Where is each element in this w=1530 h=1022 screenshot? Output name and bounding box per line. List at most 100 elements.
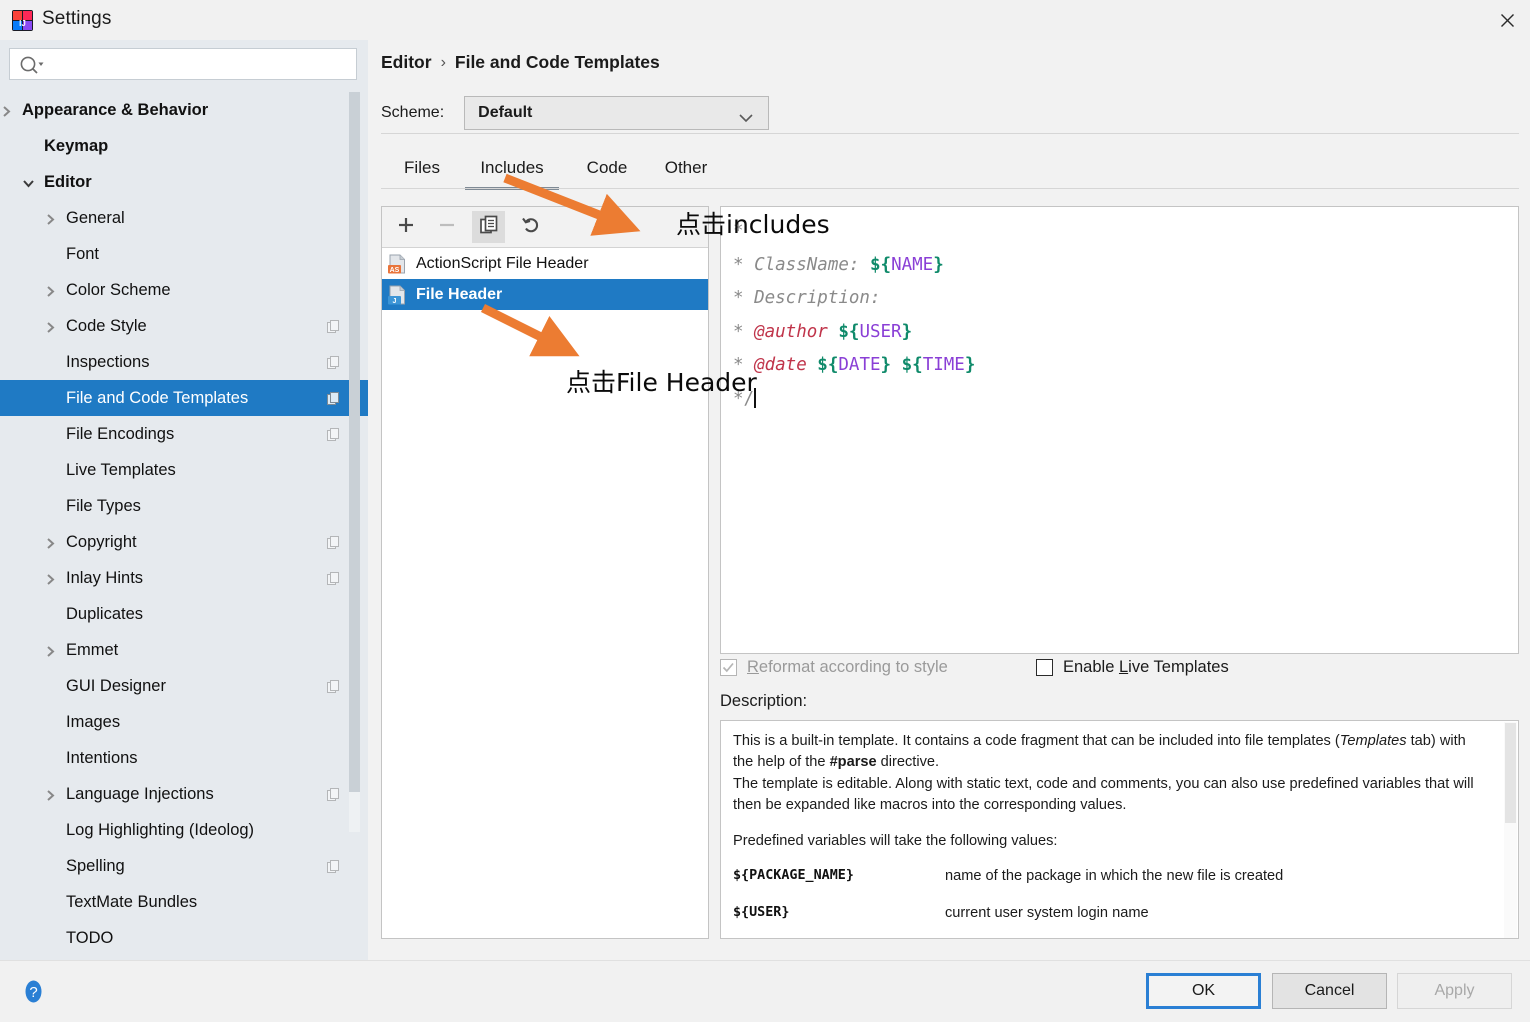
code-token: } [964, 355, 976, 375]
breadcrumb-current: File and Code Templates [454, 52, 660, 72]
sidebar-item-general[interactable]: General [0, 200, 368, 236]
sidebar-item-label: Code Style [66, 316, 147, 335]
sidebar-item-file-and-code-templates[interactable]: File and Code Templates [0, 380, 368, 416]
template-code-editor[interactable]: * * ClassName: ${NAME} * Description: * @au… [720, 206, 1519, 654]
template-list-toolbar [382, 207, 708, 248]
scheme-dropdown[interactable]: Default [464, 96, 770, 130]
chevron-right-icon[interactable] [44, 536, 56, 549]
chevron-right-icon[interactable] [44, 284, 56, 297]
code-token: */ [733, 388, 755, 409]
svg-text:AS: AS [390, 267, 400, 274]
sidebar-item-appearance-behavior[interactable]: Appearance & Behavior [0, 92, 368, 128]
search-icon [19, 55, 45, 80]
copy-button[interactable] [472, 211, 505, 243]
sidebar-scrollbar-thumb[interactable] [349, 92, 360, 792]
search-field[interactable] [9, 48, 357, 80]
code-token: @date [754, 355, 818, 375]
sidebar-item-code-style[interactable]: Code Style [0, 308, 368, 344]
tab-other[interactable]: Other [653, 148, 719, 188]
non-default-settings-icon [327, 355, 340, 369]
editor-options-row: Reformat according to style Enable Live … [720, 658, 1519, 686]
desc-p1-italic: Templates [1339, 733, 1407, 749]
non-default-settings-icon [327, 859, 340, 873]
sidebar-item-keymap[interactable]: Keymap [0, 128, 368, 164]
code-token: ${ [901, 355, 923, 375]
sidebar-item-duplicates[interactable]: Duplicates [0, 596, 368, 632]
code-line: * [733, 215, 975, 249]
live-templates-label-before: Enable [1063, 658, 1119, 676]
sidebar-item-label: GUI Designer [66, 676, 166, 695]
sidebar-item-textmate-bundles[interactable]: TextMate Bundles [0, 884, 368, 920]
cancel-button[interactable]: Cancel [1272, 973, 1387, 1009]
chevron-right-icon[interactable] [0, 104, 12, 117]
sidebar-item-font[interactable]: Font [0, 236, 368, 272]
scheme-value: Default [478, 104, 533, 121]
list-item[interactable]: J File Header [382, 279, 708, 310]
code-token: NAME [891, 254, 934, 275]
sidebar-item-label: Images [66, 712, 121, 731]
sidebar-item-color-scheme[interactable]: Color Scheme [0, 272, 368, 308]
code-token: USER [859, 321, 902, 342]
template-list-panel: AS ActionScript File Header J File Header [381, 206, 709, 939]
tab-code[interactable]: Code [577, 148, 637, 188]
reset-button[interactable] [514, 211, 547, 243]
sidebar-item-editor[interactable]: Editor [0, 164, 368, 200]
code-token: } [933, 254, 944, 275]
sidebar-item-todo[interactable]: TODO [0, 920, 368, 956]
sidebar-item-inspections[interactable]: Inspections [0, 344, 368, 380]
title-bar: IJ Settings [0, 0, 1530, 41]
tab-files[interactable]: Files [392, 148, 452, 188]
dialog-button-bar: ? OK Cancel Apply [0, 960, 1530, 1022]
reformat-according-to-style-checkbox: Reformat according to style [720, 658, 948, 677]
variable-row: ${USER} current user system login name [733, 903, 1481, 924]
chevron-right-icon[interactable] [44, 320, 56, 333]
search-input[interactable] [54, 54, 352, 76]
add-button[interactable] [389, 211, 422, 243]
sidebar-item-gui-designer[interactable]: GUI Designer [0, 668, 368, 704]
code-token: * [733, 355, 755, 375]
sidebar-item-file-types[interactable]: File Types [0, 488, 368, 524]
remove-button [430, 211, 463, 243]
close-icon[interactable] [1484, 0, 1530, 40]
help-icon[interactable]: ? [20, 978, 47, 1005]
chevron-down-icon[interactable] [22, 176, 34, 188]
sidebar-item-label: Duplicates [66, 604, 144, 623]
scheme-row: Scheme: Default [381, 96, 770, 130]
chevron-right-icon[interactable] [44, 572, 56, 585]
sidebar-item-images[interactable]: Images [0, 704, 368, 740]
chevron-right-icon[interactable] [44, 212, 56, 225]
sidebar-item-language-injections[interactable]: Language Injections [0, 776, 368, 812]
sidebar-item-inlay-hints[interactable]: Inlay Hints [0, 560, 368, 596]
breadcrumb-parent[interactable]: Editor [381, 52, 432, 73]
sidebar-item-file-encodings[interactable]: File Encodings [0, 416, 368, 452]
live-templates-checkbox-label: Enable Live Templates [1063, 658, 1229, 677]
variable-name: ${PACKAGE_NAME} [733, 867, 854, 883]
sidebar-item-live-templates[interactable]: Live Templates [0, 452, 368, 488]
reformat-label-after: eformat according to style [758, 658, 948, 676]
sidebar-item-label: General [66, 208, 125, 227]
sidebar-item-log-highlighting-ideolog[interactable]: Log Highlighting (Ideolog) [0, 812, 368, 848]
sidebar-item-intentions[interactable]: Intentions [0, 740, 368, 776]
sidebar-item-label: Appearance & Behavior [22, 100, 209, 119]
code-token: @author [754, 321, 839, 342]
sidebar-item-spelling[interactable]: Spelling [0, 848, 368, 884]
code-line: * @author ${USER} [733, 316, 975, 350]
description-panel: This is a built-in template. It contains… [720, 720, 1519, 939]
non-default-settings-icon [327, 535, 340, 549]
undo-icon [521, 215, 541, 240]
tab-includes[interactable]: Includes [465, 148, 559, 188]
copy-icon [479, 215, 499, 240]
sidebar-item-emmet[interactable]: Emmet [0, 632, 368, 668]
description-scrollbar-thumb[interactable] [1505, 723, 1516, 823]
chevron-right-icon[interactable] [44, 644, 56, 657]
sidebar-item-label: Spelling [66, 856, 125, 875]
description-label: Description: [720, 692, 808, 710]
chevron-right-icon[interactable] [44, 788, 56, 801]
sidebar-item-label: Font [66, 244, 100, 263]
list-item[interactable]: AS ActionScript File Header [382, 248, 708, 279]
desc-p1-c: directive. [876, 753, 940, 770]
enable-live-templates-checkbox[interactable]: Enable Live Templates [1036, 658, 1229, 677]
checkbox-box-reformat [720, 659, 737, 676]
sidebar-item-copyright[interactable]: Copyright [0, 524, 368, 560]
ok-button[interactable]: OK [1146, 973, 1261, 1009]
